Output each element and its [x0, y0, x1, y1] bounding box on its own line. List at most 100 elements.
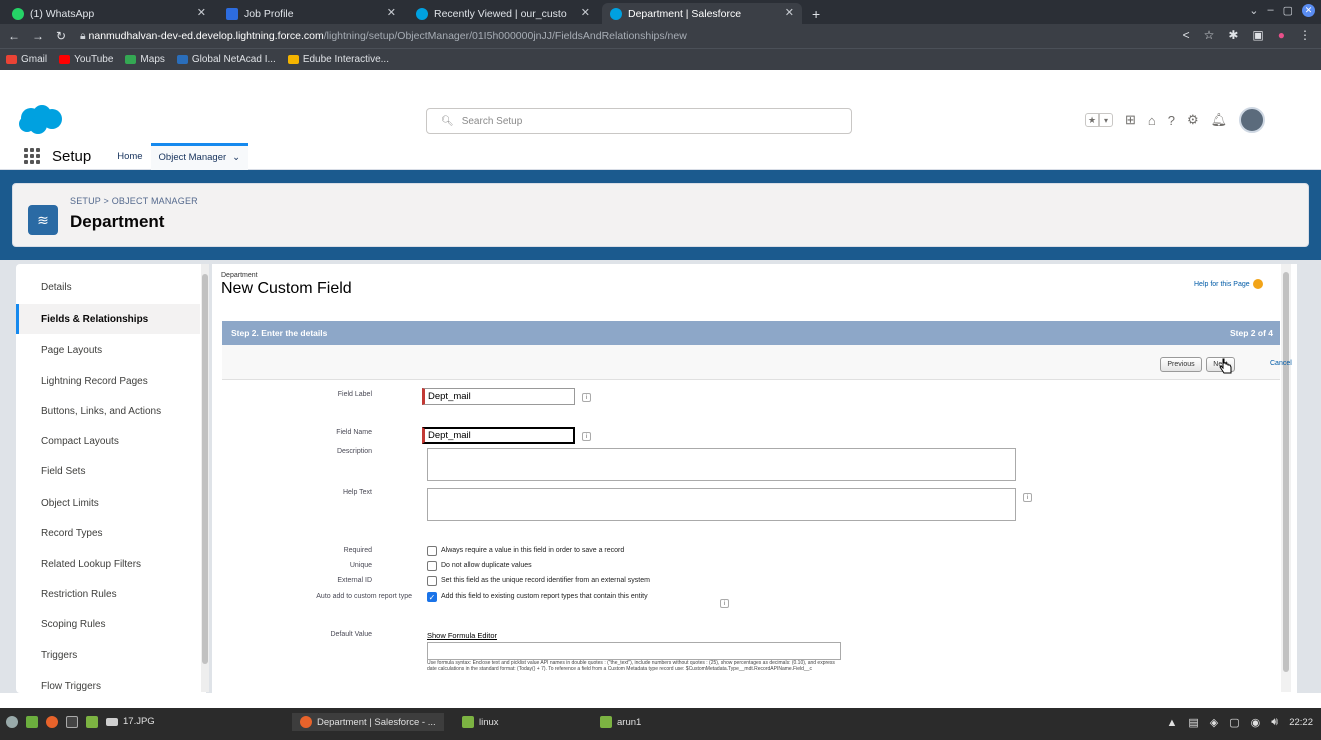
description-textarea[interactable]: [427, 448, 1016, 481]
search-setup-input[interactable]: 🔍︎ Search Setup: [426, 108, 852, 134]
show-formula-editor-link[interactable]: Show Formula Editor: [427, 631, 497, 640]
network-icon[interactable]: ◉: [1251, 716, 1261, 729]
sidebar-item-buttons-links-actions[interactable]: Buttons, Links, and Actions: [16, 396, 200, 426]
gear-icon[interactable]: ⚙: [1187, 112, 1199, 128]
info-icon[interactable]: i: [582, 393, 591, 402]
chevron-down-icon[interactable]: ⌄: [1249, 4, 1258, 17]
sidebar-item-compact-layouts[interactable]: Compact Layouts: [16, 426, 200, 456]
search-placeholder: Search Setup: [461, 115, 523, 127]
previous-button[interactable]: Previous: [1160, 357, 1202, 372]
shield-icon[interactable]: ◈: [1210, 716, 1218, 729]
forward-icon[interactable]: →: [32, 29, 44, 43]
bookmarks-bar: Gmail YouTube Maps Global NetAcad I... E…: [0, 48, 1321, 70]
sidebar-item-record-types[interactable]: Record Types: [16, 518, 200, 548]
avatar[interactable]: [1239, 107, 1266, 133]
help-for-this-page-link[interactable]: Help for this Page: [1194, 279, 1263, 289]
unique-checkbox[interactable]: [427, 561, 437, 571]
close-icon[interactable]: ✕: [387, 6, 396, 19]
terminal-icon[interactable]: [66, 716, 78, 728]
chevron-down-icon[interactable]: ⌄: [232, 152, 240, 163]
sidebar-item-object-limits[interactable]: Object Limits: [16, 488, 200, 518]
share-icon[interactable]: <: [1183, 28, 1190, 42]
sidebar-item-fields-relationships[interactable]: Fields & Relationships: [16, 304, 200, 334]
sidebar-item-scoping-rules[interactable]: Scoping Rules: [16, 609, 200, 639]
help-icon[interactable]: ?: [1168, 113, 1175, 128]
salesforce-logo-icon[interactable]: [16, 103, 64, 137]
notifications-bell-icon[interactable]: 🔔︎: [1211, 112, 1228, 128]
tab-job-profile[interactable]: Job Profile ✕: [218, 3, 404, 24]
close-window-icon[interactable]: ✕: [1302, 4, 1315, 17]
global-actions-icon[interactable]: ⊞: [1125, 112, 1136, 128]
minimize-icon[interactable]: –: [1267, 4, 1273, 17]
field-label-input[interactable]: Dept_mail: [422, 388, 575, 405]
sidebar-icon[interactable]: ▣: [1252, 28, 1263, 42]
breadcrumb[interactable]: SETUP > OBJECT MANAGER: [70, 196, 198, 206]
step-count: Step 2 of 4: [1230, 328, 1273, 338]
restore-icon[interactable]: ▢: [1283, 4, 1293, 17]
taskbar-item-17jpg[interactable]: 17.JPG: [106, 716, 155, 727]
start-menu-icon[interactable]: [6, 716, 18, 728]
help-link-label: Help for this Page: [1194, 280, 1250, 288]
firefox-icon[interactable]: [46, 716, 58, 728]
cancel-link[interactable]: Cancel: [1270, 360, 1292, 367]
sidebar-scrollbar[interactable]: [201, 264, 209, 692]
tab-department-salesforce[interactable]: Department | Salesforce ✕: [602, 3, 802, 24]
netacad-icon: [176, 55, 188, 64]
sidebar-item-field-sets[interactable]: Field Sets: [16, 456, 200, 486]
close-icon[interactable]: ✕: [197, 6, 206, 19]
taskbar-item-arun1[interactable]: arun1: [600, 716, 641, 728]
sidebar-item-restriction-rules[interactable]: Restriction Rules: [16, 579, 200, 609]
field-name-input[interactable]: Dept_mail: [422, 427, 575, 444]
info-icon[interactable]: i: [1023, 493, 1032, 502]
default-value-textarea[interactable]: [427, 642, 841, 660]
nav-tab-home[interactable]: Home: [109, 143, 150, 170]
trailhead-icon[interactable]: ⌂: [1148, 113, 1156, 128]
star-icon[interactable]: ☆: [1204, 28, 1215, 42]
bookmark-maps[interactable]: Maps: [125, 54, 165, 65]
show-desktop-icon[interactable]: [26, 716, 38, 728]
required-checkbox[interactable]: [427, 546, 437, 556]
bookmark-youtube[interactable]: YouTube: [59, 54, 113, 65]
info-icon[interactable]: i: [720, 599, 729, 608]
new-tab-button[interactable]: +: [806, 3, 830, 24]
os-taskbar: 17.JPG Department | Salesforce - ... lin…: [0, 708, 1321, 740]
sidebar-item-details[interactable]: Details: [16, 272, 200, 302]
volume-icon[interactable]: 🔊︎: [1271, 716, 1278, 729]
bookmark-label: Global NetAcad I...: [191, 54, 276, 65]
extensions-icon[interactable]: ✱: [1228, 28, 1238, 42]
sidebar-item-lightning-record-pages[interactable]: Lightning Record Pages: [16, 366, 200, 396]
files-icon[interactable]: [86, 716, 98, 728]
sidebar-item-page-layouts[interactable]: Page Layouts: [16, 335, 200, 365]
close-icon[interactable]: ✕: [581, 6, 590, 19]
window-icon[interactable]: ▢: [1229, 716, 1239, 729]
sidebar-item-related-lookup-filters[interactable]: Related Lookup Filters: [16, 549, 200, 579]
nav-tab-label: Object Manager: [158, 152, 227, 163]
bookmark-edube[interactable]: Edube Interactive...: [287, 54, 389, 65]
info-icon[interactable]: i: [582, 432, 591, 441]
sidebar-item-triggers[interactable]: Triggers: [16, 640, 200, 670]
taskbar-item-linux[interactable]: linux: [462, 716, 499, 728]
bookmark-gmail[interactable]: Gmail: [6, 54, 47, 65]
profile-icon[interactable]: ●: [1278, 28, 1285, 42]
help-text-textarea[interactable]: [427, 488, 1016, 521]
favorites-star-icon[interactable]: ★: [1085, 113, 1099, 127]
main-scrollbar[interactable]: [1281, 264, 1291, 692]
app-launcher-icon[interactable]: [24, 148, 40, 164]
tab-whatsapp[interactable]: (1) WhatsApp ✕: [4, 3, 214, 24]
tab-recently-viewed[interactable]: Recently Viewed | our_custo ✕: [408, 3, 598, 24]
bookmark-netacad[interactable]: Global NetAcad I...: [176, 54, 276, 65]
sidebar-item-flow-triggers[interactable]: Flow Triggers: [16, 671, 200, 701]
favorites-list-icon[interactable]: ▾: [1099, 113, 1113, 127]
upload-icon[interactable]: ▲: [1167, 717, 1178, 729]
external-id-checkbox[interactable]: [427, 576, 437, 586]
menu-icon[interactable]: ⋮: [1299, 28, 1311, 42]
clipboard-icon[interactable]: ▤: [1188, 716, 1198, 729]
taskbar-item-salesforce[interactable]: Department | Salesforce - ...: [292, 713, 444, 731]
close-icon[interactable]: ✕: [785, 6, 794, 19]
auto-add-checkbox[interactable]: ✓: [427, 592, 437, 602]
external-id-text: Set this field as the unique record iden…: [441, 577, 650, 584]
url-field[interactable]: 🔒︎ nanmudhalvan-dev-ed.develop.lightning…: [80, 30, 687, 43]
nav-tab-object-manager[interactable]: Object Manager ⌄: [150, 142, 249, 170]
reload-icon[interactable]: ↻: [56, 29, 66, 43]
back-icon[interactable]: ←: [8, 29, 20, 43]
